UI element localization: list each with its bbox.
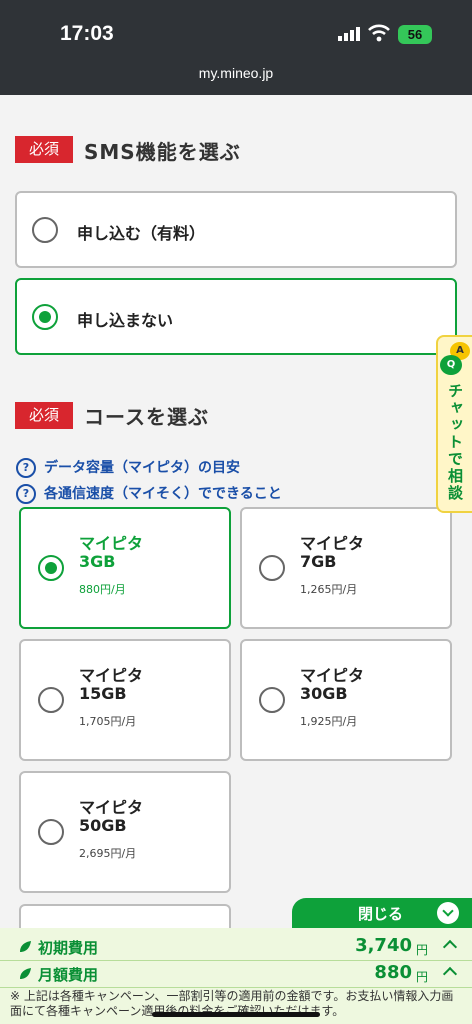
monthly-cost-row[interactable]: 月額費用 880 円 bbox=[0, 961, 472, 988]
home-indicator bbox=[152, 1012, 320, 1017]
course-section-title: コースを選ぶ bbox=[84, 405, 209, 429]
radio-button-selected[interactable] bbox=[32, 304, 58, 330]
sms-section-title: SMS機能を選ぶ bbox=[84, 140, 241, 164]
cellular-signal-icon bbox=[338, 27, 360, 41]
plan-price: 2,695円/月 bbox=[79, 847, 137, 860]
plan-card-30gb[interactable]: マイピタ 30GB 1,925円/月 bbox=[240, 639, 452, 761]
battery-indicator: 56 bbox=[398, 25, 432, 44]
monthly-cost-label: 月額費用 bbox=[38, 966, 99, 984]
sms-option-decline[interactable]: 申し込まない bbox=[15, 278, 457, 355]
plan-name: マイピタ 3GB bbox=[79, 534, 144, 571]
wifi-icon bbox=[368, 24, 390, 42]
monthly-cost-value: 880 bbox=[374, 962, 412, 983]
leaf-icon bbox=[20, 941, 31, 952]
help-link-label: 各通信速度（マイそく）でできること bbox=[44, 486, 282, 502]
yen-unit: 円 bbox=[416, 943, 429, 957]
plan-price: 880円/月 bbox=[79, 583, 126, 596]
plan-name: マイピタ 50GB bbox=[79, 798, 144, 835]
cost-summary-panel: 初期費用 3,740 円 月額費用 880 円 ※ 上記は各種キャンペーン、一部… bbox=[0, 928, 472, 1024]
question-icon: ? bbox=[16, 484, 36, 504]
battery-level: 56 bbox=[407, 27, 423, 42]
radio-button[interactable] bbox=[38, 819, 64, 845]
address-bar[interactable]: my.mineo.jp bbox=[0, 65, 472, 81]
initial-cost-value: 3,740 bbox=[355, 935, 412, 956]
sms-option-decline-label: 申し込まない bbox=[77, 311, 174, 330]
plan-card-3gb[interactable]: マイピタ 3GB 880円/月 bbox=[19, 507, 231, 629]
required-badge: 必須 bbox=[15, 136, 73, 163]
radio-button[interactable] bbox=[259, 555, 285, 581]
chat-consult-tab[interactable]: A Q チャットで相談 bbox=[436, 335, 472, 513]
help-link-speed[interactable]: ? 各通信速度（マイそく）でできること bbox=[16, 483, 282, 504]
plan-card-7gb[interactable]: マイピタ 7GB 1,265円/月 bbox=[240, 507, 452, 629]
initial-cost-row[interactable]: 初期費用 3,740 円 bbox=[0, 934, 472, 961]
plan-price: 1,705円/月 bbox=[79, 715, 137, 728]
sms-option-apply[interactable]: 申し込む（有料） bbox=[15, 191, 457, 268]
plan-name: マイピタ 7GB bbox=[300, 534, 365, 571]
close-label: 閉じる bbox=[358, 905, 404, 923]
sms-option-apply-label: 申し込む（有料） bbox=[77, 224, 206, 243]
status-bar: 17:03 56 my.mineo.jp bbox=[0, 0, 472, 95]
plan-card-15gb[interactable]: マイピタ 15GB 1,705円/月 bbox=[19, 639, 231, 761]
help-link-label: データ容量（マイピタ）の目安 bbox=[44, 460, 240, 476]
plan-price: 1,265円/月 bbox=[300, 583, 358, 596]
plan-price: 1,925円/月 bbox=[300, 715, 358, 728]
plan-name: マイピタ 30GB bbox=[300, 666, 365, 703]
radio-button[interactable] bbox=[38, 687, 64, 713]
clock: 17:03 bbox=[60, 22, 114, 45]
chevron-up-icon[interactable] bbox=[442, 939, 458, 955]
plan-name: マイピタ 15GB bbox=[79, 666, 144, 703]
chevron-down-icon bbox=[437, 902, 459, 924]
radio-button[interactable] bbox=[259, 687, 285, 713]
question-icon: ? bbox=[16, 458, 36, 478]
radio-button-selected[interactable] bbox=[38, 555, 64, 581]
close-summary-button[interactable]: 閉じる bbox=[292, 898, 472, 928]
chat-question-icon: Q bbox=[440, 355, 462, 375]
chevron-up-icon[interactable] bbox=[442, 966, 458, 982]
leaf-icon bbox=[20, 968, 31, 979]
initial-cost-label: 初期費用 bbox=[38, 939, 99, 957]
plan-card-50gb[interactable]: マイピタ 50GB 2,695円/月 bbox=[19, 771, 231, 893]
chat-consult-label: チャットで相談 bbox=[446, 383, 464, 502]
yen-unit: 円 bbox=[416, 970, 429, 984]
help-link-data-capacity[interactable]: ? データ容量（マイピタ）の目安 bbox=[16, 457, 240, 478]
radio-button[interactable] bbox=[32, 217, 58, 243]
required-badge: 必須 bbox=[15, 402, 73, 429]
